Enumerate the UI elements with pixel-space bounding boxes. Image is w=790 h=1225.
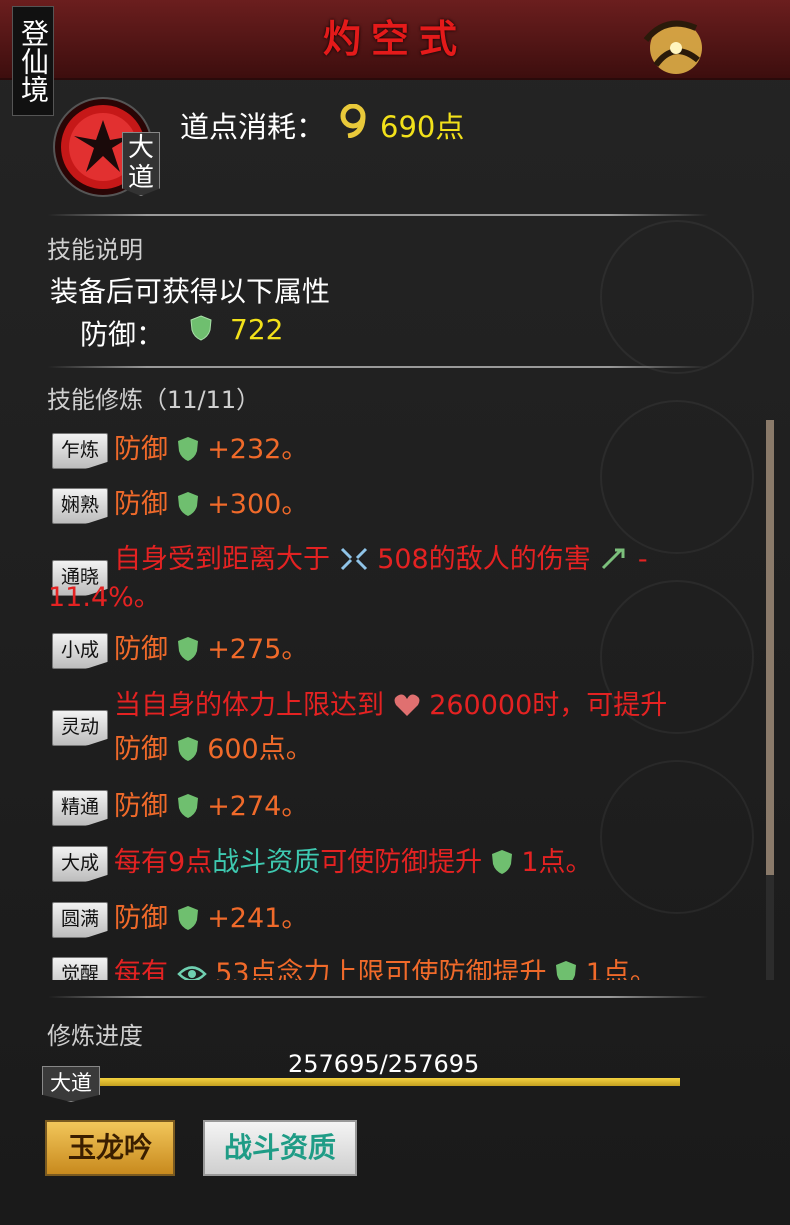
yulongyin-button[interactable]: 玉龙吟 [45,1120,175,1176]
progress-fill [100,1078,680,1086]
level-tag: 小成 [52,633,108,669]
effect-text: 每有 53点念力上限可使防御提升 1点。 [114,954,657,980]
effect-text: 防御 +300。 [114,489,309,520]
effect-text: 每有9点战斗资质可使防御提升 1点。 [114,847,593,878]
section-title-description: 技能说明 [47,236,143,264]
description-text: 装备后可获得以下属性 [50,275,331,308]
level-tag: 娴熟 [52,488,108,524]
cost-value: 690点 [380,110,465,144]
scrollbar-thumb[interactable] [766,420,774,875]
defense-value: 722 [230,313,284,346]
defense-label: 防御： [80,318,165,351]
level-tag: 大成 [52,846,108,882]
level-tag: 圆满 [52,902,108,938]
progress-value: 257695/257695 [288,1050,480,1078]
shield-icon [556,961,577,980]
cultivation-list[interactable]: 乍炼 防御 +232。 娴熟 防御 +300。 通晓 自身受到距离大于 508的… [50,420,770,980]
effect-text: 防御 +275。 [114,634,309,665]
divider [48,214,708,216]
realm-tag: 登仙境 [12,6,54,116]
divider [48,366,708,368]
effect-text-continued: 11.4%。 [50,582,161,613]
level-tag: 乍炼 [52,433,108,469]
effect-text: 自身受到距离大于 508的敌人的伤害 - [114,544,648,575]
combat-aptitude-button[interactable]: 战斗资质 [203,1120,357,1176]
shield-icon [177,737,198,761]
level-tag: 觉醒 [52,957,108,980]
section-title-progress: 修炼进度 [47,1022,143,1050]
cost-label: 道点消耗： [180,110,326,144]
dao-point-icon [338,103,368,139]
progress-grade-tag: 大道 [42,1066,100,1102]
effect-text: 防御 +232。 [114,434,309,465]
level-tag: 精通 [52,790,108,826]
level-tag: 灵动 [52,710,108,746]
skill-title: 灼空式 [322,16,467,61]
effect-text: 防御 +241。 [114,903,309,934]
shield-icon [177,492,198,516]
grade-tag: 大道 [122,132,160,196]
effect-text: 防御 +274。 [114,791,309,822]
progress-bar [100,1078,680,1086]
shield-icon [190,315,212,341]
shield-icon [177,906,198,930]
heart-icon [394,694,420,716]
effect-text-continued: 防御 600点。 [114,734,313,765]
eye-icon [176,966,207,980]
distance-icon [340,547,367,571]
shield-icon [177,437,198,461]
shield-icon [177,637,198,661]
background-decoration [600,220,754,374]
divider [48,996,708,998]
shield-icon [177,794,198,818]
damage-icon [602,548,625,570]
list-item: 灵动 当自身的体力上限达到 260000时，可提升 防御 600点。 [50,686,765,776]
effect-text: 当自身的体力上限达到 260000时，可提升 [114,690,668,721]
shield-icon [491,850,512,874]
list-item: 通晓 自身受到距离大于 508的敌人的伤害 - 11.4%。 [50,540,765,620]
list-scrollbar[interactable] [766,420,774,980]
section-title-cultivation: 技能修炼（11/11） [47,386,261,414]
xinfa-badge-icon [636,10,712,82]
